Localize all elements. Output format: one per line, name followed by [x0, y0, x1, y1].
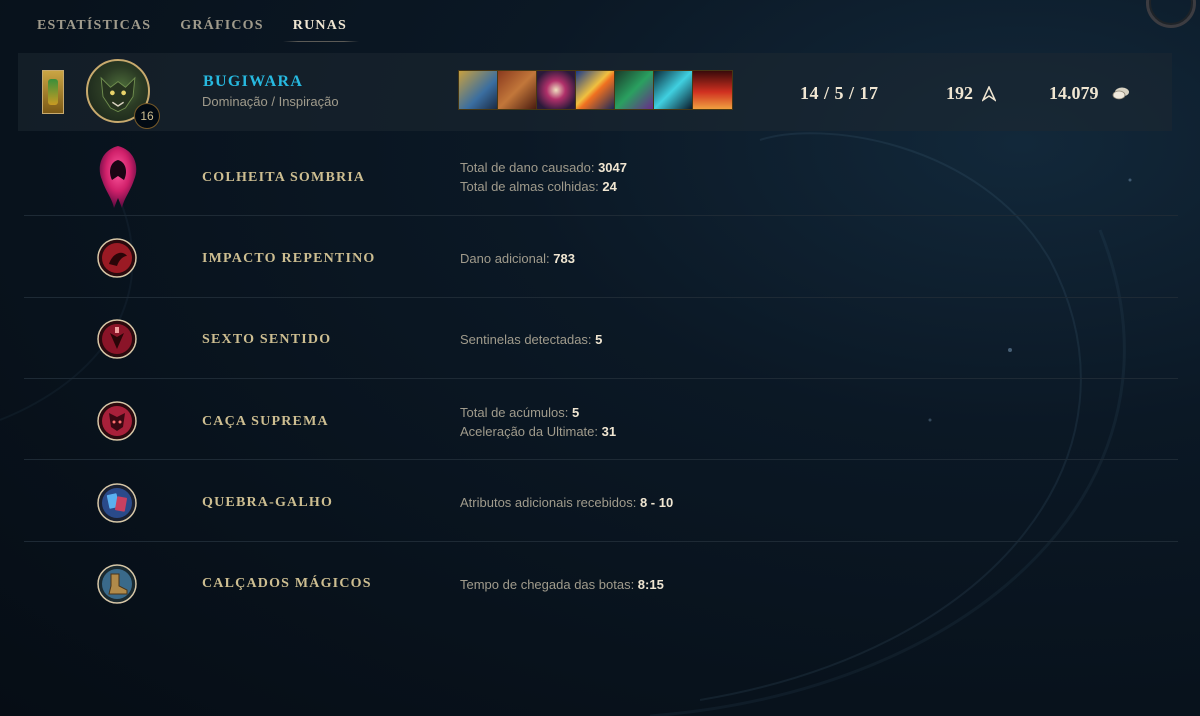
- stat-value: 783: [553, 251, 575, 266]
- blade-icon[interactable]: [654, 71, 693, 109]
- gold-earned: 14.079: [1049, 83, 1099, 103]
- profile-ring-icon[interactable]: [1146, 0, 1196, 28]
- rune-name: IMPACTO REPENTINO: [202, 251, 376, 266]
- gold-coins-icon: [1112, 87, 1129, 100]
- rune-name: CALÇADOS MÁGICOS: [202, 576, 372, 591]
- kda-score: 14 / 5 / 17: [800, 83, 879, 103]
- rune-name: CAÇA SUPREMA: [202, 414, 329, 429]
- stat-label: Dano adicional:: [460, 251, 554, 266]
- rune-row: CALÇADOS MÁGICOS Tempo de chegada das bo…: [24, 543, 1178, 623]
- tab-estatisticas[interactable]: ESTATÍSTICAS: [37, 18, 151, 40]
- cloak-icon[interactable]: [615, 71, 654, 109]
- tome-icon[interactable]: [498, 71, 537, 109]
- dark-harvest-icon: [99, 146, 137, 208]
- stat-value: 8:15: [637, 577, 664, 592]
- stat-value: 24: [602, 179, 617, 194]
- sudden-impact-icon: [97, 238, 137, 278]
- rune-row: QUEBRA-GALHO Atributos adicionais recebi…: [24, 462, 1178, 542]
- stat-label: Tempo de chegada das botas:: [460, 577, 638, 592]
- row-divider: [24, 459, 1178, 460]
- rune-stats: Atributos adicionais recebidos: 8 - 10: [460, 493, 673, 512]
- stat-value: 5: [572, 405, 580, 420]
- orb-icon[interactable]: [537, 71, 576, 109]
- row-divider: [24, 215, 1178, 216]
- stat-value: 31: [601, 424, 617, 439]
- jack-of-all-trades-icon: [97, 483, 137, 523]
- player-name[interactable]: BUGIWARA: [203, 73, 303, 91]
- rune-row: IMPACTO REPENTINO Dano adicional: 783: [24, 218, 1178, 298]
- row-divider: [24, 541, 1178, 542]
- row-divider: [24, 378, 1178, 379]
- stat-value: 8 - 10: [639, 495, 674, 510]
- stat-value: 5: [595, 332, 603, 347]
- ultimate-hunter-icon: [97, 401, 137, 441]
- rune-row: CAÇA SUPREMA Total de acúmulos: 5 Aceler…: [24, 380, 1178, 460]
- row-divider: [24, 297, 1178, 298]
- boots-icon[interactable]: [459, 71, 498, 109]
- tab-bar: ESTATÍSTICAS GRÁFICOS RUNAS: [37, 18, 376, 42]
- rune-stats: Sentinelas detectadas: 5: [460, 330, 602, 349]
- item-build: [458, 70, 733, 110]
- rune-name: COLHEITA SOMBRIA: [202, 170, 366, 185]
- rune-stats: Dano adicional: 783: [460, 249, 575, 268]
- sword-icon[interactable]: [576, 71, 615, 109]
- tab-graficos[interactable]: GRÁFICOS: [180, 18, 264, 40]
- player-summary-row: 16 BUGIWARA Dominação / Inspiração 14 / …: [18, 53, 1172, 131]
- minion-icon: [982, 86, 996, 102]
- stat-label: Total de dano causado:: [460, 160, 599, 175]
- rune-paths-label: Dominação / Inspiração: [202, 94, 339, 109]
- stat-value: 3047: [598, 160, 627, 175]
- rune-stats: Total de acúmulos: 5 Aceleração da Ultim…: [460, 403, 616, 441]
- rune-stats: Tempo de chegada das botas: 8:15: [460, 575, 664, 594]
- champion-level-badge: 16: [134, 103, 160, 129]
- rune-row: SEXTO SENTIDO Sentinelas detectadas: 5: [24, 299, 1178, 379]
- stat-label: Aceleração da Ultimate:: [460, 424, 602, 439]
- rune-name: QUEBRA-GALHO: [202, 495, 334, 510]
- aura-icon[interactable]: [693, 71, 732, 109]
- sixth-sense-icon: [97, 319, 137, 359]
- rune-row: COLHEITA SOMBRIA Total de dano causado: …: [24, 136, 1178, 216]
- stat-label: Total de almas colhidas:: [460, 179, 603, 194]
- rune-stats: Total de dano causado: 3047 Total de alm…: [460, 158, 627, 196]
- rune-name: SEXTO SENTIDO: [202, 332, 332, 347]
- magical-footwear-icon: [97, 564, 137, 604]
- creep-score: 192: [946, 83, 973, 103]
- stat-label: Atributos adicionais recebidos:: [460, 495, 640, 510]
- stat-label: Sentinelas detectadas:: [460, 332, 596, 347]
- tab-runas[interactable]: RUNAS: [282, 18, 360, 42]
- stat-label: Total de acúmulos:: [460, 405, 573, 420]
- rune-path-banner-icon: [42, 70, 64, 114]
